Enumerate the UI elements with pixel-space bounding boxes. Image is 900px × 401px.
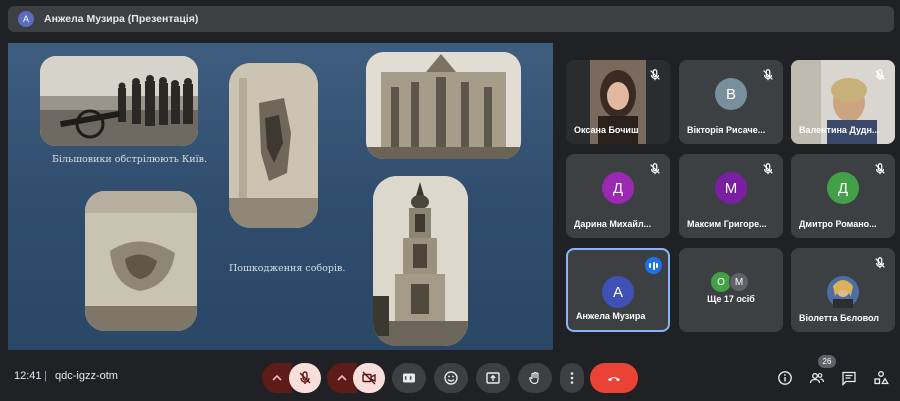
participant-avatar: Д	[827, 172, 859, 204]
participant-name: Дмитро Романо...	[799, 219, 877, 229]
more-options-button[interactable]	[560, 363, 584, 393]
captions-icon	[403, 373, 415, 383]
meeting-details-button[interactable]	[776, 369, 794, 387]
participant-tile[interactable]: Валентина Дудн...	[791, 60, 895, 144]
presentation-title: Анжела Музира (Презентація)	[44, 13, 199, 25]
participant-avatar: А	[602, 276, 634, 308]
leave-call-button[interactable]	[590, 363, 638, 393]
mic-off-icon	[875, 257, 885, 269]
slide-caption-cathedrals: Пошкодження соборів.	[229, 263, 346, 274]
separator: |	[44, 370, 47, 382]
activities-icon	[874, 371, 889, 385]
mic-off-icon	[650, 163, 660, 175]
camera-toggle-button[interactable]	[353, 363, 385, 393]
slide-caption-bombardment: Більшовики обстрілюють Київ.	[52, 154, 207, 165]
more-avatar: М	[729, 272, 749, 292]
info-icon	[778, 371, 792, 385]
chat-icon	[842, 371, 856, 386]
mic-off-icon	[875, 69, 885, 81]
participant-name: Дарина Михайл...	[574, 219, 652, 229]
participant-photo	[827, 276, 859, 308]
chevron-up-icon	[337, 374, 347, 381]
participant-avatar: М	[715, 172, 747, 204]
activities-button[interactable]	[872, 369, 890, 387]
participant-name: Максим Григоре...	[687, 219, 767, 229]
presentation-header: А Анжела Музира (Презентація)	[8, 6, 894, 32]
participant-name: Віолетта Бєловол	[799, 313, 880, 323]
participant-tile[interactable]: Д Дарина Михайл...	[566, 154, 670, 238]
present-icon	[486, 372, 500, 384]
participant-count-badge: 26	[818, 355, 836, 368]
more-avatar: О	[711, 272, 731, 292]
more-participants-tile[interactable]: О М Ще 17 осіб	[679, 248, 783, 332]
speaking-indicator-icon	[645, 257, 662, 274]
more-options-icon	[570, 372, 574, 384]
participant-name: Валентина Дудн...	[799, 125, 880, 135]
photo-bell-tower	[373, 176, 468, 346]
mic-off-icon	[763, 69, 773, 81]
participant-tile[interactable]: Оксана Бочиш	[566, 60, 670, 144]
raise-hand-button[interactable]	[518, 363, 552, 393]
meeting-code: qdc-igzz-otm	[55, 370, 118, 382]
audio-options-button[interactable]	[262, 363, 292, 393]
chat-button[interactable]	[840, 369, 858, 387]
photo-soldiers-cannon	[40, 56, 198, 146]
presentation-slide: Більшовики обстрілюють Київ. Пошкодження…	[8, 43, 553, 350]
mic-off-icon	[299, 371, 311, 384]
meeting-time: 12:41	[14, 370, 42, 382]
raise-hand-icon	[529, 371, 539, 385]
end-call-icon	[608, 377, 620, 382]
participant-tile-active-speaker[interactable]: А Анжела Музира	[566, 248, 670, 332]
people-button[interactable]	[808, 369, 826, 387]
presenter-avatar: А	[18, 11, 34, 27]
participant-name: Вікторія Рисаче...	[687, 125, 766, 135]
participant-tile[interactable]: Д Дмитро Романо...	[791, 154, 895, 238]
mic-off-icon	[763, 163, 773, 175]
present-now-button[interactable]	[476, 363, 510, 393]
photo-damaged-relief	[85, 191, 197, 331]
photo-damaged-wall	[229, 63, 318, 228]
participant-name: Анжела Музира	[576, 311, 646, 321]
mic-off-icon	[875, 163, 885, 175]
microphone-toggle-button[interactable]	[289, 363, 321, 393]
participant-name: Оксана Бочиш	[574, 125, 639, 135]
emoji-icon	[444, 371, 458, 385]
participant-tile[interactable]: В Вікторія Рисаче...	[679, 60, 783, 144]
participant-tile[interactable]: Віолетта Бєловол	[791, 248, 895, 332]
more-participants-label: Ще 17 осіб	[707, 294, 755, 304]
people-icon	[809, 373, 825, 384]
participant-avatar: Д	[602, 172, 634, 204]
captions-button[interactable]	[392, 363, 426, 393]
chevron-up-icon	[272, 374, 282, 381]
reactions-button[interactable]	[434, 363, 468, 393]
participant-avatar: В	[715, 78, 747, 110]
camera-off-icon	[362, 371, 376, 385]
participant-tile[interactable]: М Максим Григоре...	[679, 154, 783, 238]
bottom-toolbar: 12:41 | qdc-igzz-otm 26	[0, 355, 900, 401]
mic-off-icon	[650, 69, 660, 81]
photo-cathedral-facade	[366, 52, 521, 159]
